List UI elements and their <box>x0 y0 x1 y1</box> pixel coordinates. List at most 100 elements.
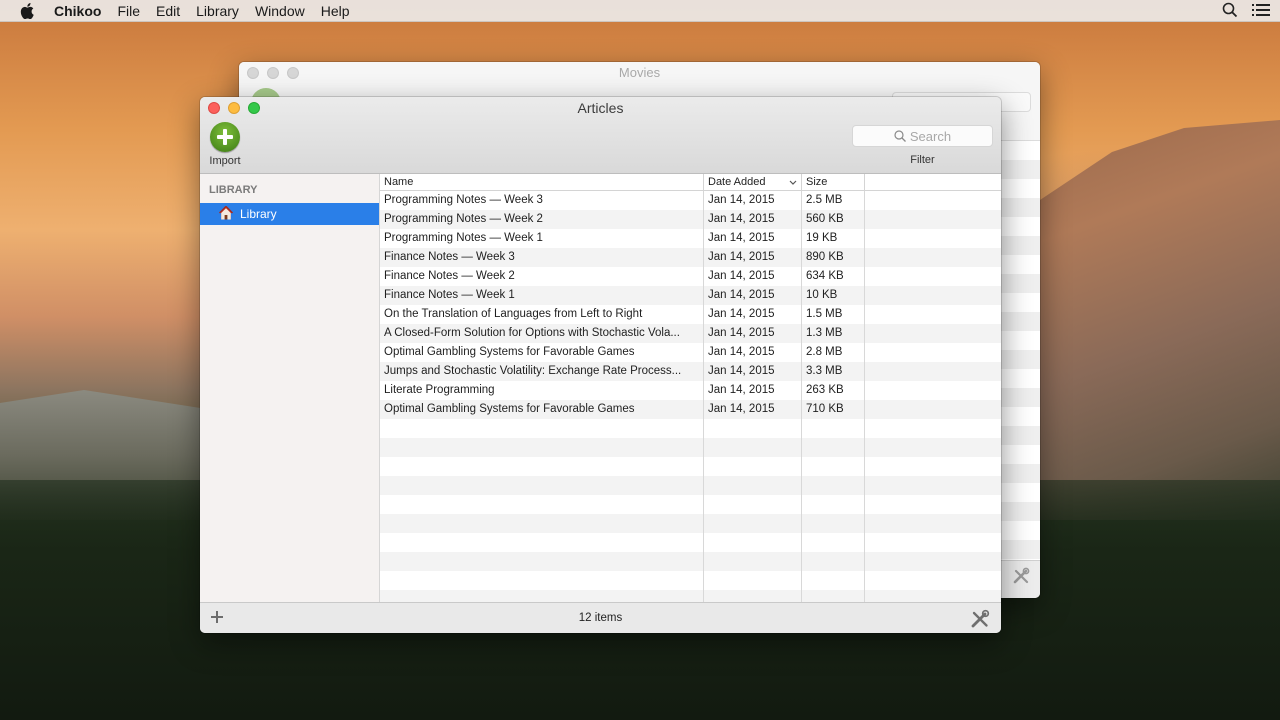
name-cell: Optimal Gambling Systems for Favorable G… <box>380 400 704 419</box>
table-row[interactable]: Optimal Gambling Systems for Favorable G… <box>380 400 1001 419</box>
empty-table-row <box>380 476 1001 495</box>
name-cell: Finance Notes — Week 2 <box>380 267 704 286</box>
size-cell <box>802 457 865 476</box>
size-cell: 2.5 MB <box>802 191 865 210</box>
name-cell <box>380 476 704 495</box>
add-icon[interactable] <box>210 610 224 624</box>
import-button[interactable]: Import <box>206 122 244 167</box>
empty-cell <box>865 305 1001 324</box>
empty-cell <box>865 476 1001 495</box>
name-cell <box>380 419 704 438</box>
movies-table <box>999 140 1040 560</box>
window-content: LIBRARY Library Name Date Added Size Pro… <box>200 174 1001 602</box>
empty-table-row <box>380 457 1001 476</box>
empty-cell <box>865 343 1001 362</box>
window-footer: 12 items <box>200 602 1001 633</box>
table-header: Name Date Added Size <box>380 174 1001 191</box>
empty-table-row <box>380 533 1001 552</box>
empty-table-row <box>380 552 1001 571</box>
menu-window[interactable]: Window <box>255 3 305 19</box>
empty-cell <box>865 362 1001 381</box>
date-added-cell: Jan 14, 2015 <box>704 229 802 248</box>
empty-cell <box>865 533 1001 552</box>
name-cell <box>380 533 704 552</box>
empty-cell <box>865 400 1001 419</box>
name-cell: A Closed-Form Solution for Options with … <box>380 324 704 343</box>
empty-cell <box>865 438 1001 457</box>
size-cell: 710 KB <box>802 400 865 419</box>
menu-edit[interactable]: Edit <box>156 3 180 19</box>
date-added-cell <box>704 533 802 552</box>
name-cell: Jumps and Stochastic Volatility: Exchang… <box>380 362 704 381</box>
minimize-button[interactable] <box>267 67 279 79</box>
sidebar-item-library[interactable]: Library <box>200 203 379 225</box>
size-cell <box>802 571 865 590</box>
menu-app-name[interactable]: Chikoo <box>54 3 101 19</box>
table-row[interactable]: On the Translation of Languages from Lef… <box>380 305 1001 324</box>
search-placeholder: Search <box>909 128 952 144</box>
table-row[interactable]: Finance Notes — Week 2 Jan 14, 2015 634 KB <box>380 267 1001 286</box>
table-row[interactable]: Programming Notes — Week 3 Jan 14, 2015 2.… <box>380 191 1001 210</box>
name-cell: Literate Programming <box>380 381 704 400</box>
sidebar-section-header: LIBRARY <box>209 184 258 196</box>
date-added-cell <box>704 552 802 571</box>
name-cell <box>380 590 704 602</box>
movies-window-title: Movies <box>618 65 661 80</box>
size-cell: 890 KB <box>802 248 865 267</box>
menu-file[interactable]: File <box>117 3 140 19</box>
empty-cell <box>865 210 1001 229</box>
movies-titlebar[interactable]: Movies <box>239 62 1040 84</box>
close-button[interactable] <box>247 67 259 79</box>
search-input[interactable]: Search <box>852 125 993 147</box>
date-added-cell: Jan 14, 2015 <box>704 305 802 324</box>
apple-menu-icon[interactable] <box>20 2 38 19</box>
table-row[interactable]: Finance Notes — Week 1 Jan 14, 2015 10 KB <box>380 286 1001 305</box>
articles-table: Name Date Added Size Programming Notes —… <box>380 174 1001 602</box>
date-added-cell <box>704 457 802 476</box>
table-row[interactable]: Programming Notes — Week 1 Jan 14, 2015 19… <box>380 229 1001 248</box>
empty-cell <box>865 571 1001 590</box>
house-icon <box>218 204 234 223</box>
date-added-cell: Jan 14, 2015 <box>704 400 802 419</box>
table-row[interactable]: Programming Notes — Week 2 Jan 14, 2015 56… <box>380 210 1001 229</box>
date-added-cell: Jan 14, 2015 <box>704 381 802 400</box>
articles-window[interactable]: Articles Import Search Filter LIBRARY Li… <box>200 97 1001 633</box>
empty-table-row <box>380 419 1001 438</box>
empty-cell <box>865 267 1001 286</box>
empty-table-row <box>380 438 1001 457</box>
name-cell <box>380 552 704 571</box>
table-row[interactable]: A Closed-Form Solution for Options with … <box>380 324 1001 343</box>
date-added-cell <box>704 514 802 533</box>
table-row[interactable]: Literate Programming Jan 14, 2015 263 KB <box>380 381 1001 400</box>
table-row[interactable]: Jumps and Stochastic Volatility: Exchang… <box>380 362 1001 381</box>
movies-window-controls <box>247 67 299 79</box>
plus-circle-icon <box>210 122 240 152</box>
empty-cell <box>865 191 1001 210</box>
zoom-button[interactable] <box>287 67 299 79</box>
table-row[interactable]: Optimal Gambling Systems for Favorable G… <box>380 343 1001 362</box>
empty-cell <box>865 324 1001 343</box>
table-row[interactable]: Finance Notes — Week 3 Jan 14, 2015 890 KB <box>380 248 1001 267</box>
name-cell <box>380 438 704 457</box>
empty-table-row <box>380 571 1001 590</box>
date-added-cell <box>704 476 802 495</box>
date-added-cell: Jan 14, 2015 <box>704 267 802 286</box>
date-added-cell <box>704 590 802 602</box>
column-header-size[interactable]: Size <box>802 174 865 190</box>
notification-center-icon[interactable] <box>1252 3 1270 20</box>
spotlight-search-icon[interactable] <box>1222 2 1238 21</box>
column-header-date-added[interactable]: Date Added <box>704 174 802 190</box>
sidebar: LIBRARY Library <box>200 174 380 602</box>
size-cell <box>802 590 865 602</box>
sidebar-item-label: Library <box>240 207 277 221</box>
menu-library[interactable]: Library <box>196 3 239 19</box>
tools-icon[interactable] <box>1012 567 1030 590</box>
name-cell: Finance Notes — Week 1 <box>380 286 704 305</box>
menu-help[interactable]: Help <box>321 3 350 19</box>
search-icon <box>894 130 906 142</box>
size-cell <box>802 438 865 457</box>
empty-cell <box>865 552 1001 571</box>
column-header-date-added-label: Date Added <box>708 176 766 188</box>
tools-icon[interactable] <box>970 609 990 633</box>
column-header-name[interactable]: Name <box>380 174 704 190</box>
